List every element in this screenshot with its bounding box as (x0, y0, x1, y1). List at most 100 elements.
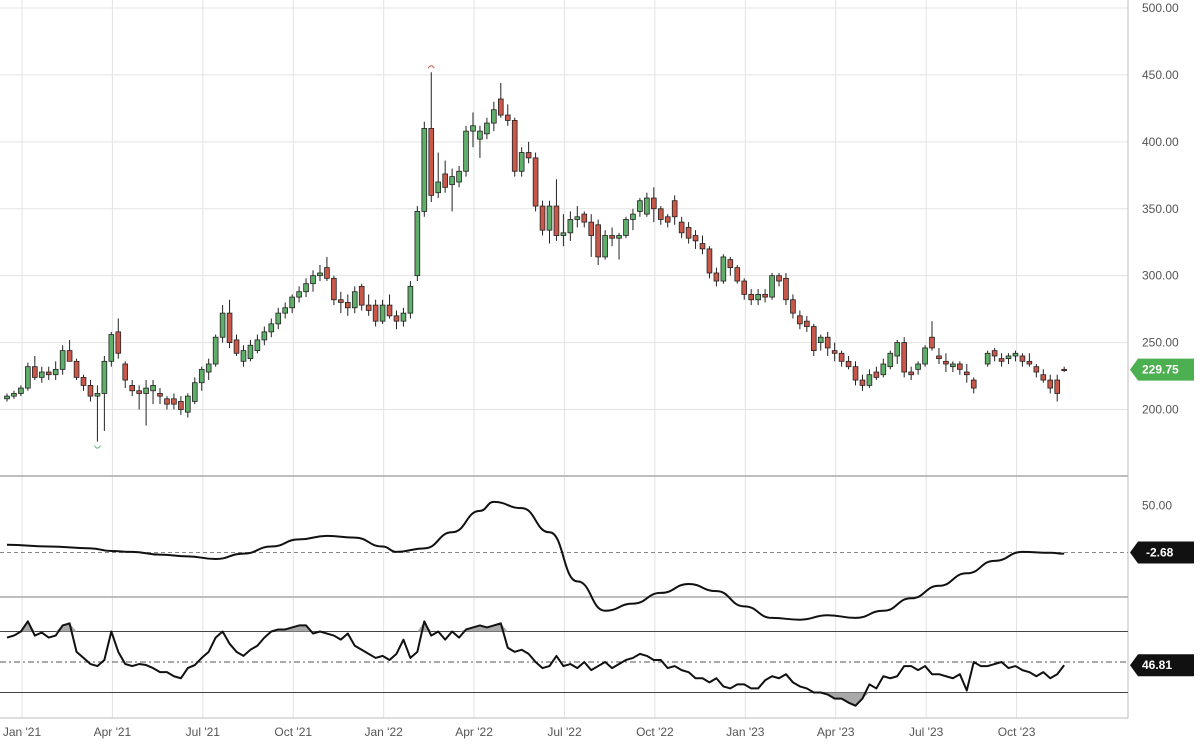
candle-body (908, 371, 914, 376)
candle-body (984, 352, 991, 365)
candle-body (644, 197, 650, 215)
up-candle (296, 286, 302, 303)
up-candle (623, 216, 629, 239)
candle-body (73, 360, 80, 378)
candle-body (741, 280, 748, 295)
candle-body (372, 304, 379, 322)
candle-body (504, 114, 511, 121)
down-candle (790, 294, 796, 319)
candle-body (859, 379, 866, 386)
candle-body (254, 339, 261, 352)
candle-body (414, 211, 421, 277)
down-candle (678, 216, 685, 239)
candle-body (845, 360, 852, 368)
candle-body (748, 294, 754, 301)
price-tick-label: 350.00 (1142, 202, 1179, 216)
up-candle (407, 281, 414, 319)
candle-body (275, 312, 282, 325)
down-candle (748, 289, 754, 306)
candle-body (66, 350, 73, 362)
down-candle (226, 299, 233, 348)
up-candle (191, 377, 198, 405)
candle-body (553, 205, 560, 236)
candle-body (720, 256, 727, 282)
candle-body (790, 299, 796, 314)
up-candle (212, 334, 219, 367)
candle-body (1040, 374, 1047, 381)
candle-body (609, 235, 615, 239)
down-candle (233, 334, 240, 356)
down-candle (936, 347, 942, 364)
candle-body (198, 368, 205, 384)
candle-body (303, 283, 309, 293)
candle-body (185, 395, 191, 413)
candle-body (115, 331, 122, 354)
candle-body (678, 221, 685, 234)
candle-body (539, 205, 546, 231)
up-candle (720, 254, 727, 284)
down-candle (553, 179, 560, 241)
price-tick-label: 300.00 (1142, 269, 1179, 283)
down-candle (539, 200, 546, 236)
down-candle (1061, 366, 1067, 373)
candle-body (136, 390, 142, 394)
down-candle (178, 396, 184, 415)
grid-lines (0, 0, 1128, 718)
down-candle (338, 291, 344, 314)
candle-body (11, 393, 17, 397)
down-candle (157, 388, 163, 405)
candle-body (776, 275, 782, 282)
candle-body (998, 358, 1005, 362)
down-candle (671, 195, 678, 225)
up-candle (317, 264, 323, 282)
up-candle (11, 390, 17, 399)
up-candle (755, 289, 761, 306)
down-candle (511, 117, 518, 177)
up-candle (637, 198, 643, 217)
up-candle (950, 361, 956, 373)
candle-body (943, 360, 949, 365)
candle-body (1033, 366, 1040, 373)
candle-body (1054, 379, 1061, 394)
x-tick-label: Jul '21 (186, 725, 221, 739)
down-candle (171, 393, 177, 410)
candle-body (852, 366, 859, 381)
down-candle (1019, 353, 1026, 367)
up-candle (463, 125, 469, 177)
candle-body (706, 248, 713, 274)
candle-body (957, 363, 963, 370)
candle-body (769, 275, 775, 298)
candle-body (18, 387, 24, 394)
candle-body (296, 291, 302, 298)
candle-body (532, 157, 539, 207)
up-candle (275, 307, 282, 330)
up-candle (289, 294, 295, 314)
candle-body (713, 272, 720, 282)
candle-body (171, 398, 177, 405)
up-candle (887, 350, 894, 370)
price-tick-label: 400.00 (1142, 135, 1179, 149)
x-tick-label: Apr '23 (817, 725, 855, 739)
up-candle (18, 385, 24, 397)
candle-body (261, 331, 268, 341)
up-candle (52, 361, 59, 381)
osc2-line (6, 620, 1065, 707)
up-candle (150, 380, 156, 405)
down-candle (331, 275, 337, 306)
candle-body (929, 336, 935, 349)
candle-body (164, 398, 170, 405)
down-candle (358, 283, 365, 311)
up-candle (421, 121, 428, 217)
price-tick-label: 500.00 (1142, 1, 1179, 15)
candle-body (317, 272, 323, 277)
up-candle (59, 345, 66, 375)
candle-body (365, 304, 372, 311)
candle-body (351, 291, 358, 309)
candle-body (1061, 368, 1067, 371)
up-candle (108, 331, 115, 367)
candle-body (268, 323, 275, 333)
candle-body (477, 130, 483, 140)
up-candle (866, 369, 873, 389)
candle-body (456, 170, 462, 183)
down-candle (838, 350, 845, 367)
